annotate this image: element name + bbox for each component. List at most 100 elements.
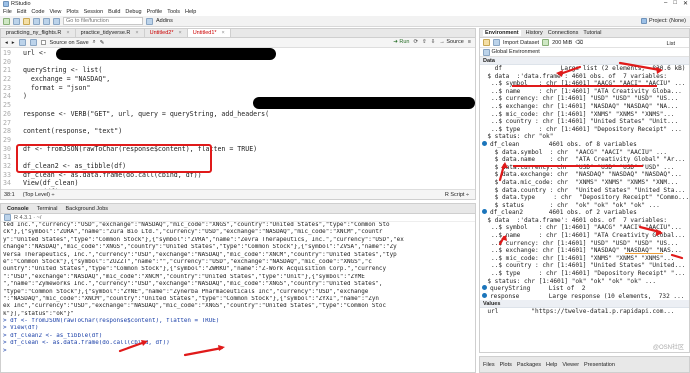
tab-connections[interactable]: Connections (548, 30, 579, 36)
menu-tools[interactable]: Tools (167, 9, 180, 15)
menu-build[interactable]: Build (108, 9, 120, 15)
env-detail-row[interactable]: $ data.mic_code: chr "XNMS" "XNMS" "XNMS… (480, 179, 689, 187)
close-tab-icon[interactable]: × (135, 30, 138, 36)
env-detail-row[interactable]: df Large list (2 elements, 830.6 kB) (480, 65, 689, 73)
env-detail-row[interactable]: $ data :'data.frame': 4601 obs. of 7 var… (480, 217, 689, 225)
env-detail-row[interactable]: ..$ country : chr [1:4601] "United State… (480, 262, 689, 270)
minimize-button[interactable]: – (664, 0, 667, 7)
close-tab-icon[interactable]: × (66, 30, 69, 36)
expand-icon[interactable] (482, 292, 487, 298)
env-detail-row[interactable]: $ data.exchange: chr "NASDAQ" "NASDAQ" "… (480, 171, 689, 179)
forward-arrow-icon[interactable]: ▸ (12, 40, 15, 46)
code-line[interactable]: 21 queryString <- list( (1, 66, 475, 75)
env-detail-row[interactable]: $ data.symbol : chr "AACG" "AACI" "AACIU… (480, 149, 689, 157)
value-row-url[interactable]: url "https://twelve-data1.p.rapidapi.com… (480, 308, 689, 316)
addins-button[interactable]: Addins (156, 18, 173, 24)
wand-icon[interactable]: ✎ (100, 40, 105, 46)
editor-tab[interactable]: Untitled1* × (187, 29, 231, 37)
code-line[interactable]: 27 (1, 119, 475, 128)
maximize-button[interactable]: □ (673, 0, 677, 7)
project-menu[interactable]: Project: (None) (641, 18, 686, 24)
editor-tab[interactable]: practice_tidyverse.R × (75, 29, 145, 37)
new-project-icon[interactable] (13, 17, 20, 25)
back-arrow-icon[interactable]: ◂ (5, 40, 8, 46)
save-file-icon[interactable] (29, 39, 37, 46)
env-object-row[interactable]: response Large response (10 elements, 73… (480, 292, 689, 301)
tab-terminal[interactable]: Terminal (34, 206, 61, 212)
menu-profile[interactable]: Profile (147, 9, 163, 15)
editor-tab[interactable]: practicing_ny_flights.R × (1, 29, 76, 37)
env-detail-row[interactable]: $ data :'data.frame': 4601 obs. of 7 var… (480, 73, 689, 81)
source-button[interactable]: → Source (439, 39, 463, 45)
up-arrow-icon[interactable]: ⇧ (422, 39, 427, 45)
expand-icon[interactable] (482, 209, 487, 215)
env-object-row[interactable]: df_clean 4601 obs. of 8 variables (480, 140, 689, 149)
code-line[interactable]: 28 content(response, "text") (1, 127, 475, 136)
close-tab-icon[interactable]: × (222, 30, 225, 36)
expand-icon[interactable] (482, 140, 487, 146)
env-detail-row[interactable]: $ data.type : chr "Depository Receipt" "… (480, 194, 689, 202)
tab-history[interactable]: History (526, 30, 543, 36)
memory-usage[interactable]: 200 MiB (552, 40, 572, 46)
language-selector[interactable]: R Script ÷ (445, 192, 469, 198)
env-detail-row[interactable]: $ data.name : chr "ATA Creativity Global… (480, 156, 689, 164)
save-workspace-icon[interactable] (493, 39, 500, 46)
open-folder-icon[interactable] (483, 39, 490, 46)
env-detail-row[interactable]: ..$ type : chr [1:4601] "Depository Rece… (480, 270, 689, 278)
tab-tutorial[interactable]: Tutorial (583, 30, 601, 36)
print-icon[interactable] (53, 17, 60, 25)
env-detail-row[interactable]: ..$ mic_code: chr [1:4601] "XNMS" "XNMS"… (480, 111, 689, 119)
tab-environment[interactable]: Environment (483, 30, 521, 36)
tab-background-jobs[interactable]: Background Jobs (63, 206, 112, 212)
menu-help[interactable]: Help (185, 9, 196, 15)
env-detail-row[interactable]: ..$ country : chr [1:4601] "United State… (480, 118, 689, 126)
code-line[interactable]: 23 format = "json" (1, 84, 475, 93)
menu-edit[interactable]: Edit (17, 9, 26, 15)
env-detail-row[interactable]: ..$ currency: chr [1:4601] "USD" "USD" "… (480, 95, 689, 103)
tab-console[interactable]: Console (4, 206, 32, 212)
down-arrow-icon[interactable]: ⇩ (431, 39, 436, 45)
global-env-selector[interactable]: Global Environment (480, 48, 689, 57)
close-tab-icon[interactable]: × (178, 30, 181, 36)
grid-icon[interactable] (146, 17, 153, 25)
open-file-icon[interactable] (23, 17, 30, 25)
tab-files[interactable]: Files (483, 362, 495, 368)
scope-indicator[interactable]: (Top Level) ÷ (23, 192, 55, 198)
outline-icon[interactable]: ≡ (468, 39, 471, 45)
close-button[interactable]: ✕ (683, 0, 688, 7)
menu-view[interactable]: View (50, 9, 62, 15)
env-detail-row[interactable]: ..$ currency: chr [1:4601] "USD" "USD" "… (480, 240, 689, 248)
env-detail-row[interactable]: ..$ exchange: chr [1:4601] "NASDAQ" "NAS… (480, 103, 689, 111)
tab-help[interactable]: Help (546, 362, 557, 368)
rerun-icon[interactable]: ⟳ (413, 39, 418, 45)
env-detail-row[interactable]: $ status : chr "ok" "ok" "ok" "ok" ... (480, 202, 689, 210)
code-line[interactable]: 26 response <- VERB("GET", url, query = … (1, 110, 475, 119)
expand-icon[interactable] (482, 285, 487, 291)
menu-plots[interactable]: Plots (66, 9, 78, 15)
tab-viewer[interactable]: Viewer (562, 362, 579, 368)
import-dataset-button[interactable]: Import Dataset (503, 40, 539, 46)
tab-presentation[interactable]: Presentation (584, 362, 615, 368)
env-object-row[interactable]: queryString List of 2 (480, 285, 689, 293)
console-output[interactable]: ted Inc.","currency":"USD","exchange":"N… (3, 222, 473, 373)
broom-icon[interactable]: ⌫ (575, 40, 583, 46)
env-detail-row[interactable]: ..$ name : chr [1:4601] "ATA Creativity … (480, 232, 689, 240)
run-button[interactable]: ➜ Run (393, 39, 409, 45)
save-all-icon[interactable] (43, 17, 50, 25)
tab-plots[interactable]: Plots (500, 362, 512, 368)
source-on-save-checkbox[interactable] (40, 40, 46, 45)
search-icon[interactable]: ⌕ (93, 39, 96, 46)
env-object-row[interactable]: df_clean2 4601 obs. of 2 variables (480, 209, 689, 217)
menu-file[interactable]: File (3, 9, 12, 15)
menu-session[interactable]: Session (84, 9, 104, 15)
editor-tab[interactable]: Untitled2* × (144, 29, 188, 37)
env-detail-row[interactable]: ..$ symbol : chr [1:4601] "AACG" "AACI" … (480, 224, 689, 232)
code-line[interactable]: 34 View(df_clean) (1, 179, 475, 188)
show-in-window-icon[interactable] (18, 39, 26, 46)
menu-debug[interactable]: Debug (125, 9, 141, 15)
tab-packages[interactable]: Packages (517, 362, 541, 368)
new-file-icon[interactable] (3, 17, 10, 25)
env-detail-row[interactable]: $ data.country : chr "United States" "Un… (480, 187, 689, 195)
code-line[interactable]: 22 exchange = "NASDAQ", (1, 75, 475, 84)
env-detail-row[interactable]: $ status: chr "ok" (480, 133, 689, 141)
